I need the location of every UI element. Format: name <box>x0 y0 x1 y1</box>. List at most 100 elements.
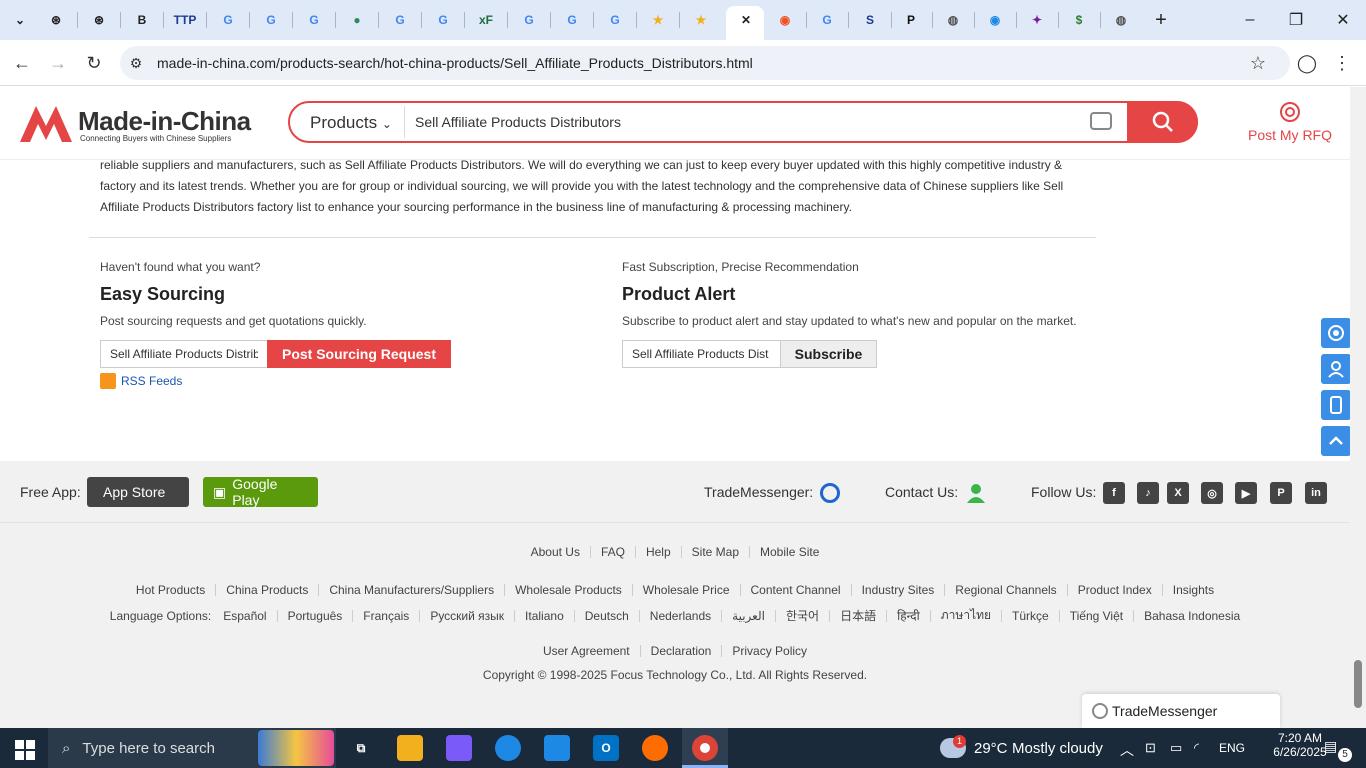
globe-icon[interactable]: ◍ <box>941 8 965 32</box>
profile-icon[interactable]: ◯ <box>1295 51 1319 75</box>
x-icon[interactable]: X <box>1167 482 1189 504</box>
back-icon[interactable]: ← <box>10 51 34 75</box>
subscribe-button[interactable]: Subscribe <box>780 340 877 368</box>
bookmark-star-icon[interactable]: ☆ <box>1246 51 1270 75</box>
footer-link[interactable]: China Manufacturers/Suppliers <box>329 583 494 597</box>
wifi-icon[interactable]: ◜ <box>1194 740 1199 756</box>
clock[interactable]: 7:20 AM 6/26/2025 <box>1268 731 1332 759</box>
openai-icon[interactable]: ⊛ <box>44 8 68 32</box>
tiktok-icon[interactable]: ♪ <box>1137 482 1159 504</box>
site-info-icon[interactable]: ⚙ <box>124 51 148 75</box>
firefox-icon[interactable] <box>642 735 668 761</box>
footer-link[interactable]: Insights <box>1173 583 1214 597</box>
rss-feeds-link[interactable]: RSS Feeds <box>100 373 182 389</box>
excel-icon[interactable]: xF <box>474 8 498 32</box>
contact-person-icon[interactable] <box>967 483 985 503</box>
reload-icon[interactable]: ↻ <box>82 51 106 75</box>
pinterest-icon[interactable]: P <box>1270 482 1292 504</box>
facebook-icon[interactable]: f <box>1103 482 1125 504</box>
ttp-icon[interactable]: TTP <box>173 8 197 32</box>
linkedin-icon[interactable]: in <box>1305 482 1327 504</box>
star-icon[interactable]: ★ <box>689 8 713 32</box>
close-icon[interactable]: ✕ <box>734 8 758 32</box>
search-button[interactable] <box>1127 101 1198 143</box>
google-icon[interactable]: G <box>216 8 240 32</box>
google-icon[interactable]: G <box>388 8 412 32</box>
side-user-icon[interactable] <box>1321 354 1351 384</box>
footer-link[interactable]: Bahasa Indonesia <box>1144 609 1240 623</box>
footer-link[interactable]: Product Index <box>1078 583 1152 597</box>
post-rfq-button[interactable]: Post My RFQ <box>1240 100 1340 143</box>
footer-link[interactable]: Privacy Policy <box>732 644 807 658</box>
menu-kebab-icon[interactable]: ⋮ <box>1330 51 1354 75</box>
footer-link[interactable]: Tiếng Việt <box>1070 609 1123 623</box>
footer-link[interactable]: Mobile Site <box>760 545 819 559</box>
s-logo-icon[interactable]: S <box>858 8 882 32</box>
footer-link[interactable]: Industry Sites <box>862 583 935 597</box>
star-icon[interactable]: ★ <box>646 8 670 32</box>
trade-messenger-icon[interactable] <box>820 483 840 503</box>
footer-link[interactable]: Regional Channels <box>955 583 1056 597</box>
google-icon[interactable]: G <box>431 8 455 32</box>
footer-link[interactable]: ภาษาไทย <box>941 606 991 625</box>
camera-icon[interactable] <box>1090 112 1112 130</box>
dollar-icon[interactable]: $ <box>1067 8 1091 32</box>
footer-link[interactable]: العربية <box>732 609 765 623</box>
google-icon[interactable]: G <box>302 8 326 32</box>
store-icon[interactable] <box>544 735 570 761</box>
copilot-icon[interactable] <box>446 735 472 761</box>
globe-green-icon[interactable]: ● <box>345 8 369 32</box>
footer-link[interactable]: Wholesale Price <box>643 583 730 597</box>
openai-icon[interactable]: ⊛ <box>87 8 111 32</box>
window-close-icon[interactable]: ✕ <box>1331 8 1355 32</box>
google-play-button[interactable]: ▣ Google Play <box>203 476 318 508</box>
scrollbar-thumb[interactable] <box>1354 660 1362 708</box>
footer-link[interactable]: Wholesale Products <box>515 583 622 597</box>
footer-link[interactable]: Italiano <box>525 609 564 623</box>
footer-link[interactable]: 한국어 <box>786 607 819 624</box>
made-in-china-logo[interactable]: Made-in-China Connecting Buyers with Chi… <box>20 100 251 148</box>
search-input[interactable] <box>404 106 1084 138</box>
footer-link[interactable]: हिन्दी <box>897 607 920 624</box>
footer-link[interactable]: About Us <box>531 545 580 559</box>
tray-chevron-up-icon[interactable]: ︿ <box>1120 740 1134 760</box>
footer-link[interactable]: 日本語 <box>840 607 876 624</box>
product-alert-input[interactable] <box>622 340 782 368</box>
footer-link[interactable]: Türkçe <box>1012 609 1049 623</box>
footer-link[interactable]: Site Map <box>692 545 739 559</box>
paypal-icon[interactable]: P <box>899 8 923 32</box>
footer-link[interactable]: FAQ <box>601 545 625 559</box>
footer-link[interactable]: User Agreement <box>543 644 630 658</box>
footer-link[interactable]: Français <box>363 609 409 623</box>
footer-link[interactable]: Content Channel <box>751 583 841 597</box>
google-icon[interactable]: G <box>517 8 541 32</box>
side-rfq-icon[interactable] <box>1321 318 1351 348</box>
footer-link[interactable]: Русский язык <box>430 609 504 623</box>
blue-app-icon[interactable]: ◉ <box>983 8 1007 32</box>
puzzle-icon[interactable]: ✦ <box>1025 8 1049 32</box>
battery-icon[interactable]: ▭ <box>1170 740 1182 756</box>
footer-link[interactable]: Deutsch <box>585 609 629 623</box>
footer-link[interactable]: Nederlands <box>650 609 711 623</box>
language-indicator[interactable]: ENG <box>1219 741 1245 755</box>
edge-icon[interactable] <box>495 735 521 761</box>
restore-icon[interactable]: ❐ <box>1284 8 1308 32</box>
outlook-icon[interactable]: O <box>593 735 619 761</box>
youtube-icon[interactable]: ▶ <box>1235 482 1257 504</box>
bold-b-icon[interactable]: B <box>130 8 154 32</box>
page-scrollbar[interactable] <box>1350 87 1366 728</box>
footer-link[interactable]: Declaration <box>651 644 712 658</box>
post-sourcing-request-button[interactable]: Post Sourcing Request <box>267 340 451 368</box>
footer-link[interactable]: China Products <box>226 583 308 597</box>
trademessenger-popup[interactable]: TradeMessenger <box>1082 694 1280 728</box>
tray-meet-icon[interactable]: ⊡ <box>1145 740 1156 756</box>
forward-icon[interactable]: → <box>46 51 70 75</box>
app-store-button[interactable]: App Store <box>87 477 189 507</box>
sourcing-input[interactable] <box>100 340 268 368</box>
back-to-top-icon[interactable] <box>1321 426 1351 456</box>
task-view-icon[interactable]: ⧉ <box>348 735 374 761</box>
footer-link[interactable]: Español <box>223 609 266 623</box>
orange-app-icon[interactable]: ◉ <box>773 8 797 32</box>
minimize-icon[interactable]: – <box>1238 8 1262 32</box>
tab-list-chevron-icon[interactable]: ⌄ <box>8 8 32 32</box>
